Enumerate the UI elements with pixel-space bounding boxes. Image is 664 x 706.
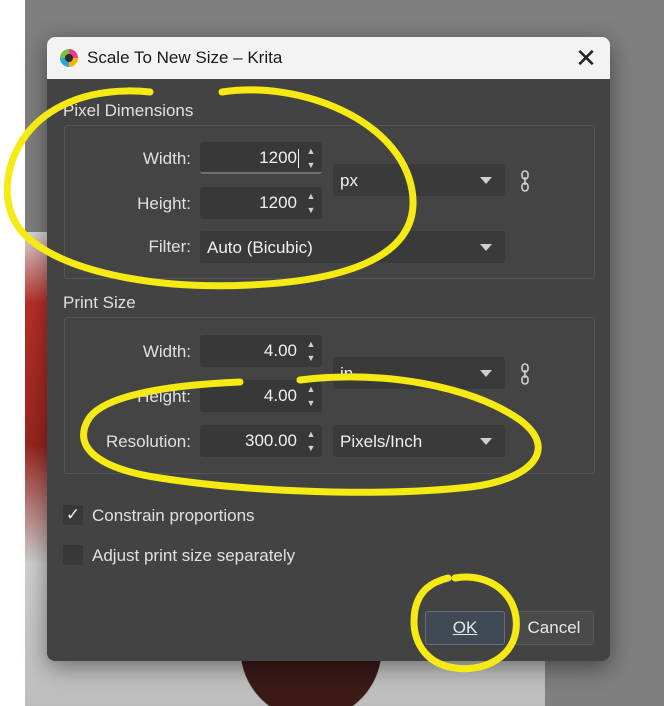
ok-button[interactable]: OK [425, 611, 505, 645]
resolution-unit-value: Pixels/Inch [340, 432, 423, 451]
print-width-label: Width: [142, 342, 191, 361]
cancel-button-label: Cancel [527, 618, 581, 637]
text-caret [298, 149, 299, 168]
pixel-width-value: 1200 [259, 148, 297, 167]
filter-dropdown[interactable]: Auto (Bicubic) [200, 231, 505, 263]
ok-button-label: OK [452, 618, 478, 637]
print-width-spinbox[interactable]: 4.00 ▲ ▼ [200, 335, 322, 367]
chevron-down-icon [480, 370, 492, 377]
chain-link-icon[interactable] [520, 170, 530, 192]
resolution-value: 300.00 [245, 431, 297, 450]
krita-icon [60, 49, 78, 67]
pixel-unit-value: px [340, 171, 358, 190]
print-size-title: Print Size [63, 293, 136, 312]
pixel-width-spinbox[interactable]: 1200 ▲ ▼ [200, 142, 322, 174]
spin-arrows-icon[interactable]: ▲ ▼ [300, 187, 322, 219]
constrain-proportions-checkbox[interactable]: ✓ [63, 505, 83, 525]
resolution-label: Resolution: [105, 432, 191, 451]
filter-label: Filter: [148, 237, 192, 256]
resolution-spinbox[interactable]: 300.00 ▲ ▼ [200, 425, 322, 457]
pixel-height-label: Height: [137, 194, 191, 213]
print-width-value: 4.00 [263, 341, 297, 360]
spin-arrows-icon[interactable]: ▲ ▼ [300, 335, 322, 367]
print-height-spinbox[interactable]: 4.00 ▲ ▼ [200, 380, 322, 412]
close-icon: ✕ [575, 43, 597, 73]
print-unit-dropdown[interactable]: in [333, 357, 505, 389]
chevron-down-icon [480, 244, 492, 251]
window-title: Scale To New Size – Krita [87, 48, 283, 67]
pixel-unit-dropdown[interactable]: px [333, 164, 505, 196]
print-unit-value: in [340, 364, 354, 383]
adjust-print-size-checkbox[interactable] [63, 545, 83, 565]
spin-arrows-icon[interactable]: ▲ ▼ [300, 380, 322, 412]
cancel-button[interactable]: Cancel [514, 611, 594, 645]
print-height-label: Height: [137, 387, 191, 406]
pixel-height-value: 1200 [259, 193, 297, 212]
chain-link-icon[interactable] [520, 363, 530, 385]
pixel-height-spinbox[interactable]: 1200 ▲ ▼ [200, 187, 322, 219]
scale-dialog: Scale To New Size – Krita ✕ Pixel Dimens… [47, 37, 610, 661]
chevron-down-icon [480, 438, 492, 445]
spin-arrows-icon[interactable]: ▲ ▼ [300, 425, 322, 457]
adjust-print-size-label[interactable]: Adjust print size separately [92, 546, 295, 566]
pixel-dimensions-title: Pixel Dimensions [63, 101, 194, 120]
chevron-down-icon [480, 177, 492, 184]
constrain-proportions-label[interactable]: Constrain proportions [92, 506, 255, 526]
print-height-value: 4.00 [263, 386, 297, 405]
pixel-width-label: Width: [142, 149, 191, 168]
resolution-unit-dropdown[interactable]: Pixels/Inch [333, 425, 505, 457]
filter-value: Auto (Bicubic) [207, 238, 313, 257]
spin-arrows-icon[interactable]: ▲ ▼ [300, 142, 322, 174]
title-bar: Scale To New Size – Krita ✕ [47, 37, 610, 79]
close-button[interactable]: ✕ [562, 37, 610, 79]
